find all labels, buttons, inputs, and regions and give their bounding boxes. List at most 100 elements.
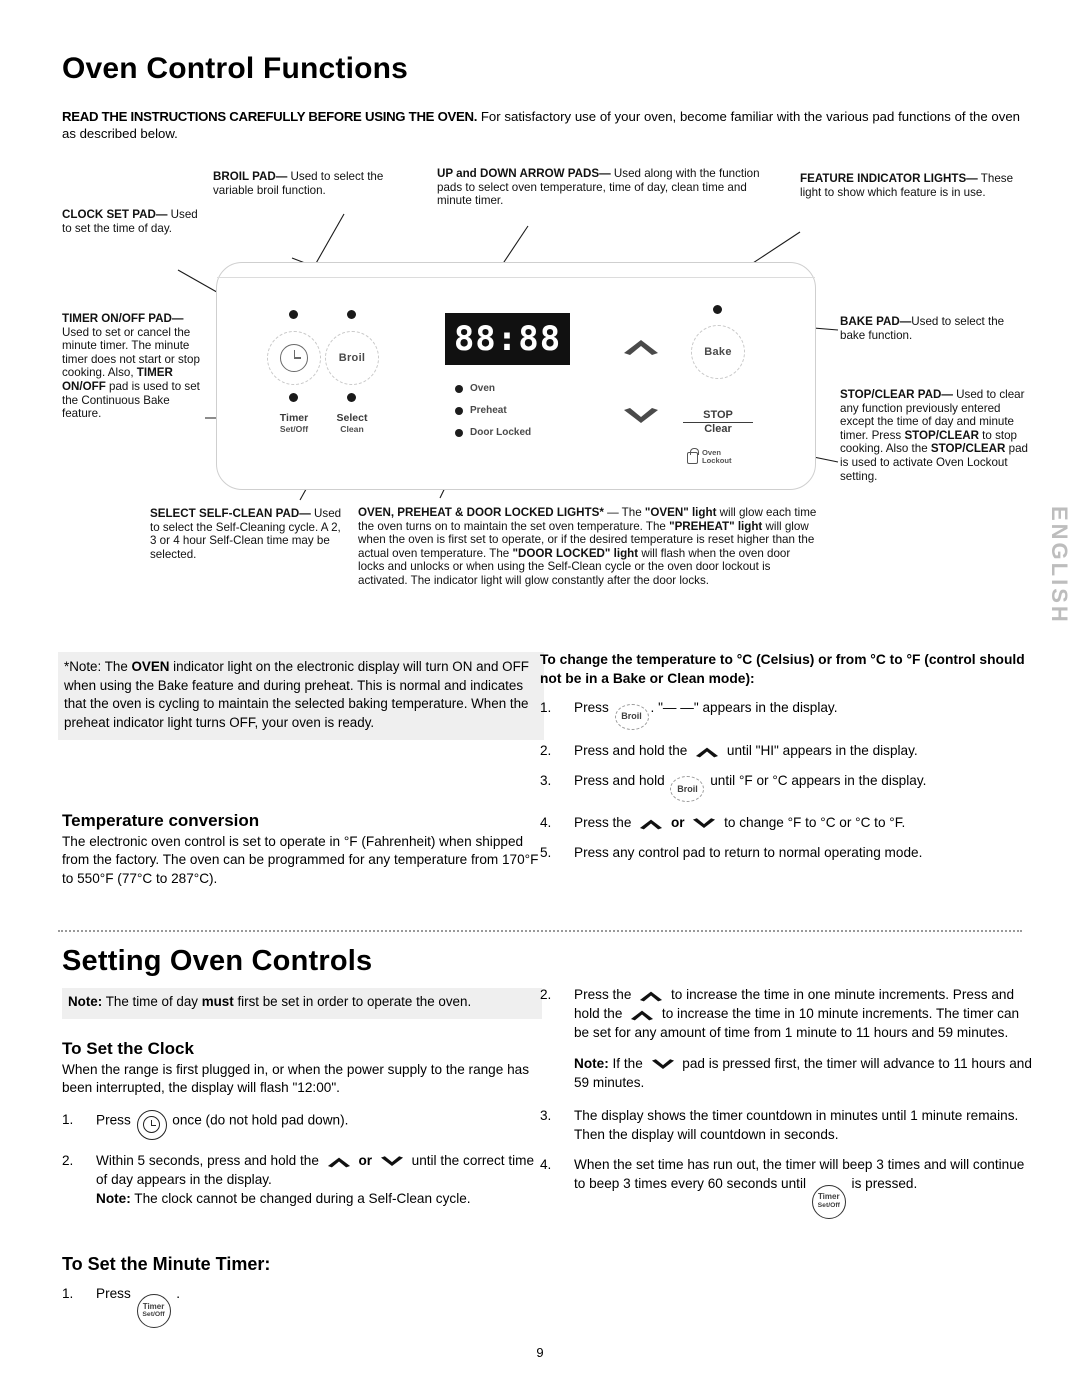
note-timeofday-bold2: must xyxy=(201,994,234,1009)
to-set-minute-timer-heading: To Set the Minute Timer: xyxy=(62,1254,271,1274)
timer-step-4-pre: When the set time has run out, the timer… xyxy=(574,1157,1025,1191)
indicator-door-locked: Door Locked xyxy=(455,427,531,438)
timer-step-2-note-bold: Note: xyxy=(574,1056,609,1071)
stop-clear-pad[interactable]: STOP Clear xyxy=(683,409,753,435)
callout-arrows-label: UP and DOWN ARROW PADS— xyxy=(437,167,611,180)
down-arrow-pad-icon[interactable] xyxy=(621,405,661,427)
step-2-pre: Press and hold the xyxy=(574,742,692,758)
timer-step-4-post: is pressed. xyxy=(847,1176,918,1191)
indicator-door-locked-label: Door Locked xyxy=(470,427,532,438)
section-divider xyxy=(58,930,1022,932)
timer-step-2-pre: Press the xyxy=(574,987,636,1002)
timer-step-1: 1. Press Timer Set/Off . xyxy=(62,1284,547,1329)
lockout-text: Oven Lockout xyxy=(702,449,732,465)
clock-step-1: 1. Press once (do not hold pad down). xyxy=(62,1109,547,1140)
timer-set-off-pad-icon[interactable]: Timer Set/Off xyxy=(811,1184,846,1219)
door-locked-indicator-light-icon xyxy=(455,428,463,437)
lock-icon xyxy=(687,448,699,464)
note-time-of-day: Note: The time of day must first be set … xyxy=(62,988,542,1019)
to-change-temperature-block: To change the temperature to °C (Celsius… xyxy=(540,650,1030,873)
note-oven-bold: OVEN xyxy=(131,659,170,674)
down-chevron-icon[interactable] xyxy=(691,816,717,831)
clock-step-2-note-bold: Note: xyxy=(96,1190,131,1206)
callout-timer-label: TIMER ON/OFF PAD— xyxy=(62,312,184,325)
timer-step-2-note-pre: If the xyxy=(608,1056,647,1071)
callout-oven-preheat-door-locked-lights: OVEN, PREHEAT & DOOR LOCKED LIGHTS* — Th… xyxy=(358,506,818,588)
oven-lockout-marking: Oven Lockout xyxy=(687,448,732,465)
stop-label: STOP xyxy=(683,409,753,423)
clock-set-pad[interactable] xyxy=(267,331,321,385)
select-caption-main: Select xyxy=(336,412,368,424)
up-arrow-pad-icon[interactable] xyxy=(621,335,661,357)
callout-stopclear-label3: STOP/CLEAR xyxy=(930,442,1006,456)
oven-control-panel-diagram: Timer Set/Off Broil Select Clean 88:88 O… xyxy=(216,262,816,490)
down-chevron-icon[interactable] xyxy=(379,1154,405,1169)
temperature-conversion-block: Temperature conversion The electronic ov… xyxy=(62,811,544,888)
up-chevron-icon[interactable] xyxy=(694,744,720,759)
callout-lights-b1: "OVEN" light xyxy=(644,506,717,519)
clock-set-pad-icon[interactable] xyxy=(136,1109,167,1140)
electronic-display: 88:88 xyxy=(445,313,570,365)
callout-stop-clear-pad: STOP/CLEAR PAD— Used to clear any functi… xyxy=(840,388,1030,483)
bake-pad[interactable]: Bake xyxy=(691,325,745,379)
page-title-oven-control-functions: Oven Control Functions xyxy=(62,52,409,85)
down-chevron-icon[interactable] xyxy=(650,1057,676,1072)
step-1-pre: Press xyxy=(574,700,613,715)
clock-step-2-mid: or xyxy=(354,1152,376,1168)
step-1-number: 1. xyxy=(540,700,552,715)
timer-pad-icon-line2: Set/Off xyxy=(142,1311,165,1319)
callout-lights-b2: "PREHEAT" light xyxy=(669,519,763,533)
clock-step-2: 2. Within 5 seconds, press and hold the … xyxy=(62,1151,547,1208)
timer-pad-indicator-dot xyxy=(289,393,298,402)
broil-pad[interactable]: Broil xyxy=(325,331,379,385)
temperature-conversion-heading: Temperature conversion xyxy=(62,811,260,830)
callout-timer-on-off-pad: TIMER ON/OFF PAD— Used to set or cancel … xyxy=(62,312,212,421)
clock-step-1-pre: Press xyxy=(96,1112,135,1128)
clock-step-2-pre: Within 5 seconds, press and hold the xyxy=(96,1152,323,1168)
to-set-the-clock-steps: 1. Press once (do not hold pad down). 2.… xyxy=(62,1109,547,1208)
indicator-oven: Oven xyxy=(455,383,495,394)
broil-pad-icon[interactable]: Broil xyxy=(670,776,705,802)
callout-arrow-pads: UP and DOWN ARROW PADS— Used along with … xyxy=(437,167,777,208)
clock-step-1-number: 1. xyxy=(62,1111,74,1127)
intro-paragraph: READ THE INSTRUCTIONS CAREFULLY BEFORE U… xyxy=(62,108,1020,142)
step-5-number: 5. xyxy=(540,845,552,860)
timer-set-off-pad-icon[interactable]: Timer Set/Off xyxy=(136,1294,171,1329)
step-1-post: . "— —" appears in the display. xyxy=(650,700,838,715)
step-1: 1. Press Broil. "— —" appears in the dis… xyxy=(540,698,1030,730)
to-set-minute-timer-steps: 1. Press Timer Set/Off . xyxy=(62,1284,547,1329)
broil-pad-indicator-dot xyxy=(347,310,356,319)
callout-broil-pad: BROIL PAD— Used to select the variable b… xyxy=(213,170,413,197)
oven-indicator-light-icon xyxy=(455,384,463,393)
display-value: 88:88 xyxy=(453,319,562,359)
timer-step-3: 3. The display shows the timer countdown… xyxy=(540,1106,1035,1144)
note-oven-indicator-light: *Note: The OVEN indicator light on the e… xyxy=(58,652,544,740)
up-chevron-icon[interactable] xyxy=(638,816,664,831)
to-change-temperature-steps: 1. Press Broil. "— —" appears in the dis… xyxy=(540,698,1030,862)
bake-pad-indicator-dot xyxy=(713,305,722,314)
callout-bake-pad: BAKE PAD—Used to select the bake functio… xyxy=(840,315,1030,342)
timer-step-2: 2. Press the to increase the time in one… xyxy=(540,985,1035,1092)
clock-step-2-note-rest: The clock cannot be changed during a Sel… xyxy=(130,1190,471,1206)
up-chevron-icon[interactable] xyxy=(638,988,664,1003)
callout-clock-set-pad: CLOCK SET PAD— Used to set the time of d… xyxy=(62,208,202,235)
timer-step-3-number: 3. xyxy=(540,1108,552,1123)
callout-stopclear-label: STOP/CLEAR PAD— xyxy=(840,388,953,401)
to-set-the-clock-block: To Set the Clock When the range is first… xyxy=(62,1039,547,1219)
step-4-pre: Press the xyxy=(574,815,636,830)
preheat-indicator-light-icon xyxy=(455,406,463,415)
up-chevron-icon[interactable] xyxy=(326,1154,352,1169)
clock-icon xyxy=(143,1116,161,1134)
callout-broil-label: BROIL PAD— xyxy=(213,170,288,183)
callout-lights-label: OVEN, PREHEAT & DOOR LOCKED LIGHTS* xyxy=(358,506,604,519)
step-5: 5. Press any control pad to return to no… xyxy=(540,843,1030,862)
broil-pad-label: Broil xyxy=(338,352,366,364)
callout-clock-set-label: CLOCK SET PAD— xyxy=(62,208,168,221)
page-title-setting-oven-controls: Setting Oven Controls xyxy=(62,945,373,977)
step-3: 3. Press and hold Broil until °F or °C a… xyxy=(540,771,1030,802)
timer-step-1-pre: Press xyxy=(96,1285,135,1301)
note-oven-prefix: *Note: The xyxy=(64,659,132,674)
broil-pad-icon[interactable]: Broil xyxy=(614,703,649,730)
step-3-post: until °F or °C appears in the display. xyxy=(706,772,927,788)
up-chevron-icon[interactable] xyxy=(629,1007,655,1022)
